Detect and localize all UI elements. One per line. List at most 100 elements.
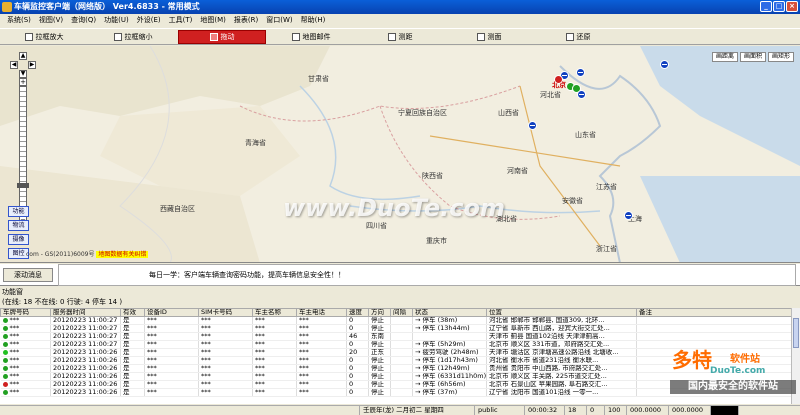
column-header[interactable]: 速度 [346, 308, 369, 317]
menu-window[interactable]: 窗口(W) [262, 14, 296, 27]
pan-right-icon[interactable]: ▶ [28, 61, 36, 69]
menu-function[interactable]: 功能(U) [100, 14, 133, 27]
table-cell: *** [198, 372, 253, 381]
table-cell: *** [296, 332, 347, 341]
draw-rectangle-button[interactable]: 画矩形 [768, 52, 794, 62]
vehicle-marker[interactable] [554, 75, 563, 84]
pan-up-icon[interactable]: ▲ [19, 52, 27, 60]
mail-icon [291, 33, 300, 41]
status-dot-icon [2, 357, 8, 363]
measure-area-button[interactable]: 测面 [445, 30, 533, 44]
table-cell: 是 [120, 364, 145, 373]
table-cell [636, 316, 791, 325]
pan-left-icon[interactable]: ◀ [10, 61, 18, 69]
zoom-in-box-button[interactable]: 拉框放大 [0, 30, 88, 44]
menu-report[interactable]: 报表(R) [230, 14, 262, 27]
menu-tools[interactable]: 工具(T) [165, 14, 197, 27]
table-cell: *** [296, 372, 347, 381]
column-header[interactable]: SIM卡号码 [198, 308, 253, 317]
table-cell: *** [0, 324, 51, 333]
pan-button[interactable]: 拖动 [178, 30, 266, 44]
table-cell: 是 [120, 372, 145, 381]
table-row[interactable]: *** 20120223 11:00:26 是 *** *** *** *** 0 停止 → 停车… [0, 364, 791, 373]
table-cell: *** [296, 380, 347, 389]
function-button[interactable]: 功能 [8, 206, 29, 217]
status-dot-icon [2, 389, 8, 395]
scrollbar-thumb[interactable] [793, 318, 799, 348]
table-cell [390, 348, 413, 357]
map-label-chongqing: 重庆市 [426, 237, 447, 245]
column-header[interactable]: 车主名称 [252, 308, 297, 317]
restore-button[interactable]: 还原 [534, 30, 622, 44]
zoom-out-box-button[interactable]: 拉框缩小 [89, 30, 177, 44]
table-row[interactable]: *** 20120223 11:00:27 是 *** *** *** *** 46 东南 天津市… [0, 332, 791, 341]
menu-system[interactable]: 系统(S) [3, 14, 35, 27]
scroll-message-text: 每日一学：客户端车辆查询密码功能，提高车辆信息安全性！！ [58, 264, 796, 286]
logistics-button[interactable]: 物流 [8, 220, 29, 231]
table-cell [636, 332, 791, 341]
column-header[interactable]: 方向 [368, 308, 391, 317]
table-cell: 0 [346, 356, 369, 365]
menu-map[interactable]: 地图(M) [196, 14, 230, 27]
table-cell: 东南 [368, 332, 391, 341]
table-cell: *** [296, 324, 347, 333]
column-header[interactable]: 间隔 [390, 308, 413, 317]
table-cell: 是 [120, 348, 145, 357]
column-header[interactable]: 备注 [636, 308, 791, 317]
table-row[interactable]: *** 20120223 11:00:26 是 *** *** *** *** 20 正东 → 疲… [0, 348, 791, 357]
map-error-report-link[interactable]: 地图数据有关纠错 [96, 251, 149, 258]
table-cell: 是 [120, 380, 145, 389]
column-header[interactable]: 有效 [120, 308, 145, 317]
menu-peripheral[interactable]: 外设(E) [133, 14, 165, 27]
zoom-slider[interactable] [17, 86, 29, 216]
zoom-plus-button[interactable]: + [19, 78, 27, 86]
draw-area-button[interactable]: 画面积 [740, 52, 766, 62]
measure-distance-button[interactable]: 测距 [356, 30, 444, 44]
table-cell: *** [198, 332, 253, 341]
table-row[interactable]: *** 20120223 11:00:26 是 *** *** *** *** 0 停止 → 停车… [0, 380, 791, 389]
table-cell: → 停车 (13h44m) [412, 324, 487, 333]
table-cell: 20120223 11:00:27 [50, 324, 121, 333]
column-header[interactable]: 车主电话 [296, 308, 347, 317]
panel-tab[interactable]: 功能窗 [0, 287, 800, 297]
menu-query[interactable]: 查询(Q) [67, 14, 100, 27]
menu-view[interactable]: 视图(V) [35, 14, 67, 27]
column-header[interactable]: 位置 [486, 308, 637, 317]
close-button[interactable]: × [786, 1, 798, 12]
vehicle-marker[interactable] [660, 60, 669, 69]
zoom-slider-knob[interactable] [17, 183, 29, 188]
table-cell: 是 [120, 324, 145, 333]
table-row[interactable]: *** 20120223 11:00:27 是 *** *** *** *** 0 停止 → 停车… [0, 316, 791, 325]
column-header[interactable]: 车牌号码 [0, 308, 51, 317]
vehicle-marker[interactable] [577, 90, 586, 99]
maximize-button[interactable]: □ [773, 1, 785, 12]
column-header[interactable]: 设备ID [144, 308, 199, 317]
table-scrollbar[interactable] [791, 308, 800, 404]
camera-button[interactable]: 摄像 [8, 234, 29, 245]
minimize-button[interactable]: _ [760, 1, 772, 12]
table-header-row: 车牌号码 服务器时间 有效 设备ID SIM卡号码 车主名称 车主电话 速度 方… [0, 308, 791, 317]
table-cell: *** [144, 364, 199, 373]
map-view[interactable]: 甘肃省 宁夏回族自治区 青海省 陕西省 山西省 河北省 山东省 河南省 江苏省 … [0, 46, 800, 263]
scroll-message-button[interactable]: 滚动消息 [3, 268, 53, 282]
status-count-a: 18 [565, 406, 587, 415]
column-header[interactable]: 状态 [412, 308, 487, 317]
table-row[interactable]: *** 20120223 11:00:26 是 *** *** *** *** 0 停止 → 停车… [0, 372, 791, 381]
table-row[interactable]: *** 20120223 11:00:27 是 *** *** *** *** 0 停止 → 停车… [0, 324, 791, 333]
table-row[interactable]: *** 20120223 11:00:26 是 *** *** *** *** 0 停止 → 停车… [0, 356, 791, 365]
pan-down-icon[interactable]: ▼ [19, 70, 27, 78]
table-cell: 河北省 邯郸市 邯郸县, 国道309, 北环... [486, 316, 637, 325]
table-row[interactable]: *** 20120223 11:00:26 是 *** *** *** *** 0 停止 → 停车… [0, 388, 791, 397]
vehicle-marker[interactable] [528, 121, 537, 130]
table-row[interactable]: *** 20120223 11:00:27 是 *** *** *** *** 0 停止 → 停车… [0, 340, 791, 349]
map-mail-button[interactable]: 地图邮件 [267, 30, 355, 44]
table-cell: *** [252, 372, 297, 381]
vehicle-marker[interactable] [624, 211, 633, 220]
hand-icon [209, 33, 218, 41]
vehicle-marker[interactable] [576, 68, 585, 77]
column-header[interactable]: 服务器时间 [50, 308, 121, 317]
status-lunar-date: 壬辰年(龙) 二月初二 星期四 [360, 406, 475, 415]
menu-help[interactable]: 帮助(H) [297, 14, 330, 27]
draw-distance-button[interactable]: 画距离 [712, 52, 738, 62]
table-cell: *** [252, 324, 297, 333]
